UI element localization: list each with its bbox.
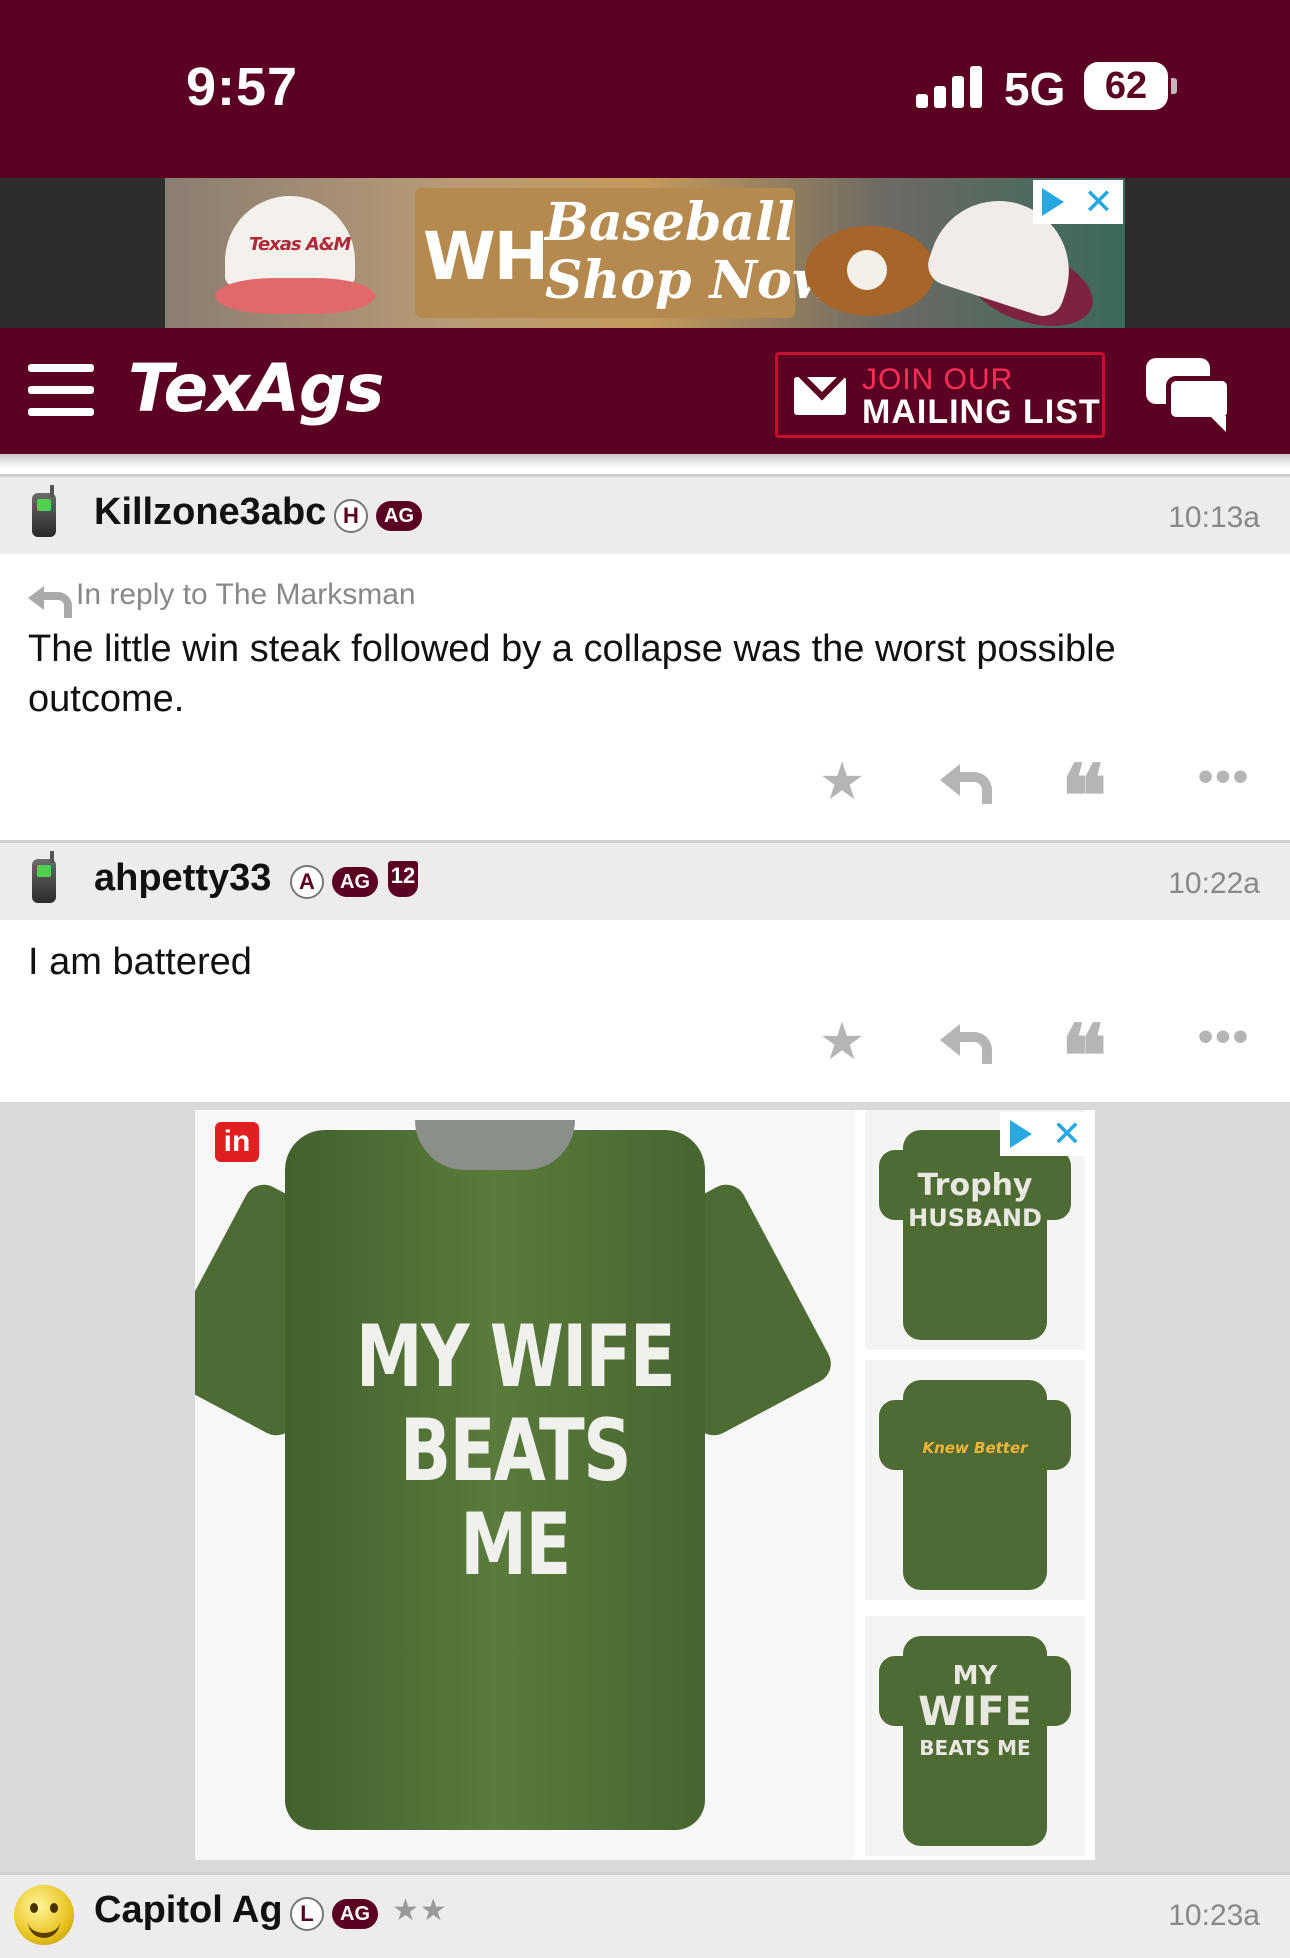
smiley-avatar-icon bbox=[14, 1885, 74, 1945]
battery-tip bbox=[1171, 78, 1177, 94]
tshirt-thumbnail[interactable]: Knew Better bbox=[865, 1360, 1085, 1600]
post-username[interactable]: Killzone3abc bbox=[94, 491, 326, 534]
tshirt-ad[interactable]: MY WIFE BEATS ME in Trophy HUSBAND Knew … bbox=[195, 1110, 1095, 1860]
ad-brand: WH bbox=[423, 218, 549, 295]
quote-icon[interactable]: ❝ bbox=[1054, 752, 1114, 842]
reply-icon[interactable] bbox=[934, 1012, 994, 1072]
tshirt-thumbnail[interactable]: MY WIFE BEATS ME bbox=[865, 1616, 1085, 1856]
thumb3-line3: BEATS ME bbox=[919, 1736, 1031, 1760]
mailing-line2: MAILING LIST bbox=[862, 393, 1101, 431]
cap-image: Texas A&M bbox=[215, 188, 375, 318]
battery-icon: 62 bbox=[1084, 62, 1168, 110]
badge-12: 12 bbox=[388, 861, 418, 897]
ad-slogan-line1: Baseball bbox=[545, 192, 795, 253]
adchoices-button[interactable]: ✕ bbox=[1000, 1112, 1092, 1156]
post-body: I am battered bbox=[28, 941, 252, 983]
ad-slogan: Baseball Shop Now bbox=[545, 194, 836, 310]
top-ad-banner[interactable]: Texas A&M WH Baseball Shop Now ✕ bbox=[165, 178, 1125, 328]
adchoices-button[interactable]: ✕ bbox=[1033, 180, 1123, 224]
badge-ag: AG bbox=[332, 867, 378, 897]
reply-to-line[interactable]: In reply to The Marksman bbox=[28, 578, 416, 619]
badge-ag: AG bbox=[376, 501, 422, 531]
post-username[interactable]: ahpetty33 bbox=[94, 857, 271, 900]
status-time: 9:57 bbox=[186, 57, 299, 117]
post-actions: ★ ❝ ••• bbox=[0, 752, 1290, 842]
close-ad-icon[interactable]: ✕ bbox=[1083, 184, 1113, 220]
post-time: 10:23a bbox=[1168, 1899, 1260, 1932]
signal-icon bbox=[916, 64, 984, 108]
tshirt-main-line2: BEATS ME bbox=[400, 1401, 631, 1595]
thumb-text: Trophy HUSBAND bbox=[905, 1170, 1045, 1234]
post-header: Killzone3abc H AG 10:13a bbox=[0, 474, 1290, 554]
cap-logo: Texas A&M bbox=[249, 234, 351, 255]
thumb2-text: Knew Better bbox=[922, 1439, 1028, 1457]
thumb1-line1: Trophy bbox=[917, 1168, 1033, 1203]
badge-letter: A bbox=[290, 865, 324, 899]
menu-icon[interactable] bbox=[28, 364, 94, 416]
mobile-phone-icon bbox=[32, 485, 56, 537]
thumb1-line2: HUSBAND bbox=[908, 1204, 1042, 1232]
more-icon[interactable]: ••• bbox=[1182, 752, 1266, 812]
envelope-icon bbox=[794, 377, 846, 415]
reply-to-icon bbox=[28, 584, 72, 619]
thumb3-line1: MY bbox=[952, 1661, 998, 1691]
more-icon[interactable]: ••• bbox=[1182, 1012, 1266, 1072]
reply-icon[interactable] bbox=[934, 752, 994, 812]
nav-shadow bbox=[0, 454, 1290, 468]
rank-stars: ★★ bbox=[392, 1894, 448, 1927]
ad-brand-badge: in bbox=[215, 1122, 259, 1162]
thumb-text: Knew Better bbox=[905, 1440, 1045, 1456]
mailing-line1: JOIN OUR bbox=[862, 363, 1014, 396]
post-time: 10:22a bbox=[1168, 867, 1260, 900]
thumb3-line2: WIFE bbox=[918, 1689, 1032, 1735]
star-icon[interactable]: ★ bbox=[812, 752, 872, 812]
network-label: 5G bbox=[1004, 63, 1066, 115]
status-bar: 9:57 5G 62 bbox=[0, 0, 1290, 178]
post-actions: ★ ❝ ••• bbox=[0, 1012, 1290, 1102]
post-time: 10:13a bbox=[1168, 501, 1260, 534]
reply-to-text[interactable]: In reply to The Marksman bbox=[76, 578, 416, 611]
post-body: The little win steak followed by a colla… bbox=[28, 628, 1116, 720]
tshirt-main-image[interactable]: MY WIFE BEATS ME in bbox=[195, 1110, 855, 1860]
quote-icon[interactable]: ❝ bbox=[1054, 1012, 1114, 1102]
nav-bar: TexAgs JOIN OUR MAILING LIST bbox=[0, 328, 1290, 454]
adchoices-icon[interactable] bbox=[1042, 188, 1065, 216]
post-username[interactable]: Capitol Ag bbox=[94, 1889, 283, 1932]
chat-icon[interactable] bbox=[1146, 358, 1232, 432]
star-icon[interactable]: ★ bbox=[812, 1012, 872, 1072]
tshirt-main-text: MY WIFE BEATS ME bbox=[343, 1310, 686, 1592]
badge-letter: L bbox=[290, 1897, 324, 1931]
tshirt-main-line1: MY WIFE bbox=[355, 1307, 676, 1407]
baseball-image bbox=[847, 250, 887, 290]
badge-ag: AG bbox=[332, 1899, 378, 1929]
mobile-phone-icon bbox=[32, 851, 56, 903]
site-logo[interactable]: TexAgs bbox=[128, 350, 384, 427]
ad-slogan-line2: Shop Now bbox=[545, 250, 837, 311]
thumb-text: MY WIFE BEATS ME bbox=[905, 1660, 1045, 1764]
post-header: Capitol Ag L AG ★★ 10:23a bbox=[0, 1872, 1290, 1958]
close-ad-icon[interactable]: ✕ bbox=[1052, 1116, 1082, 1152]
post-header: ahpetty33 A AG 12 10:22a bbox=[0, 840, 1290, 920]
mailing-list-button[interactable]: JOIN OUR MAILING LIST bbox=[775, 352, 1105, 438]
badge-letter: H bbox=[334, 499, 368, 533]
adchoices-icon[interactable] bbox=[1009, 1120, 1032, 1148]
